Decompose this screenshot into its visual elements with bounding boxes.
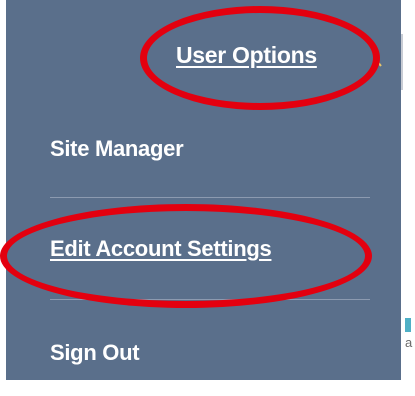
chevron-up-icon[interactable] — [372, 58, 382, 68]
user-options-link[interactable]: User Options — [176, 42, 317, 69]
user-options-dropdown: Site Manager Edit Account Settings Sign … — [6, 98, 401, 380]
header-bar: User Options — [6, 0, 401, 98]
menu-item-edit-account-settings[interactable]: Edit Account Settings — [50, 236, 272, 262]
menu-divider — [50, 197, 370, 198]
partial-page-text: a — [405, 335, 413, 350]
menu-item-site-manager[interactable]: Site Manager — [50, 136, 184, 162]
partial-page-element — [405, 318, 411, 332]
menu-item-sign-out[interactable]: Sign Out — [50, 340, 140, 366]
menu-divider — [50, 299, 370, 300]
screenshot-stage: User Options Site Manager Edit Account S… — [0, 0, 415, 396]
